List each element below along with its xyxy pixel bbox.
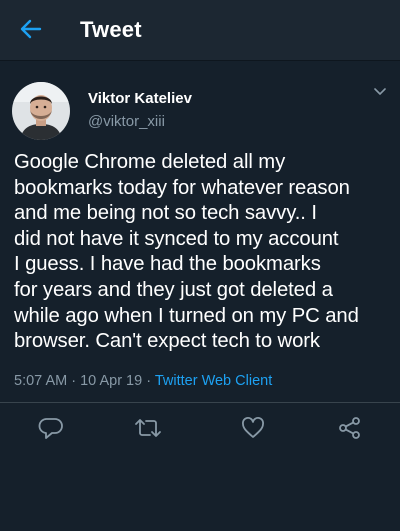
reply-button[interactable]	[38, 415, 64, 441]
share-icon	[337, 415, 363, 441]
divider	[0, 402, 400, 403]
page-title: Tweet	[80, 17, 142, 42]
avatar[interactable]	[12, 82, 70, 140]
back-button[interactable]	[16, 16, 46, 46]
tweet-date: 10 Apr 19	[80, 373, 143, 389]
share-button[interactable]	[337, 415, 363, 441]
tweet-source-link[interactable]: Twitter Web Client	[155, 373, 272, 389]
meta-separator: ·	[146, 373, 152, 389]
author-handle[interactable]: @viktor_xiii	[88, 113, 165, 130]
more-options-button[interactable]	[372, 85, 388, 97]
reply-icon	[38, 415, 64, 441]
tweet-meta: 5:07 AM · 10 Apr 19 · Twitter Web Client	[14, 373, 272, 389]
tweet-actions	[0, 415, 400, 445]
tweet-text: Google Chrome deleted all my bookmarks t…	[14, 151, 359, 353]
chevron-down-icon	[372, 85, 388, 102]
arrow-left-icon	[20, 19, 42, 44]
retweet-button[interactable]	[133, 415, 163, 441]
top-bar: Tweet	[0, 0, 400, 61]
like-icon	[240, 415, 266, 441]
retweet-icon	[133, 415, 163, 441]
like-button[interactable]	[240, 415, 266, 441]
tweet-time: 5:07 AM	[14, 373, 68, 389]
author-name[interactable]: Viktor Kateliev	[88, 90, 192, 107]
meta-separator: ·	[71, 373, 77, 389]
